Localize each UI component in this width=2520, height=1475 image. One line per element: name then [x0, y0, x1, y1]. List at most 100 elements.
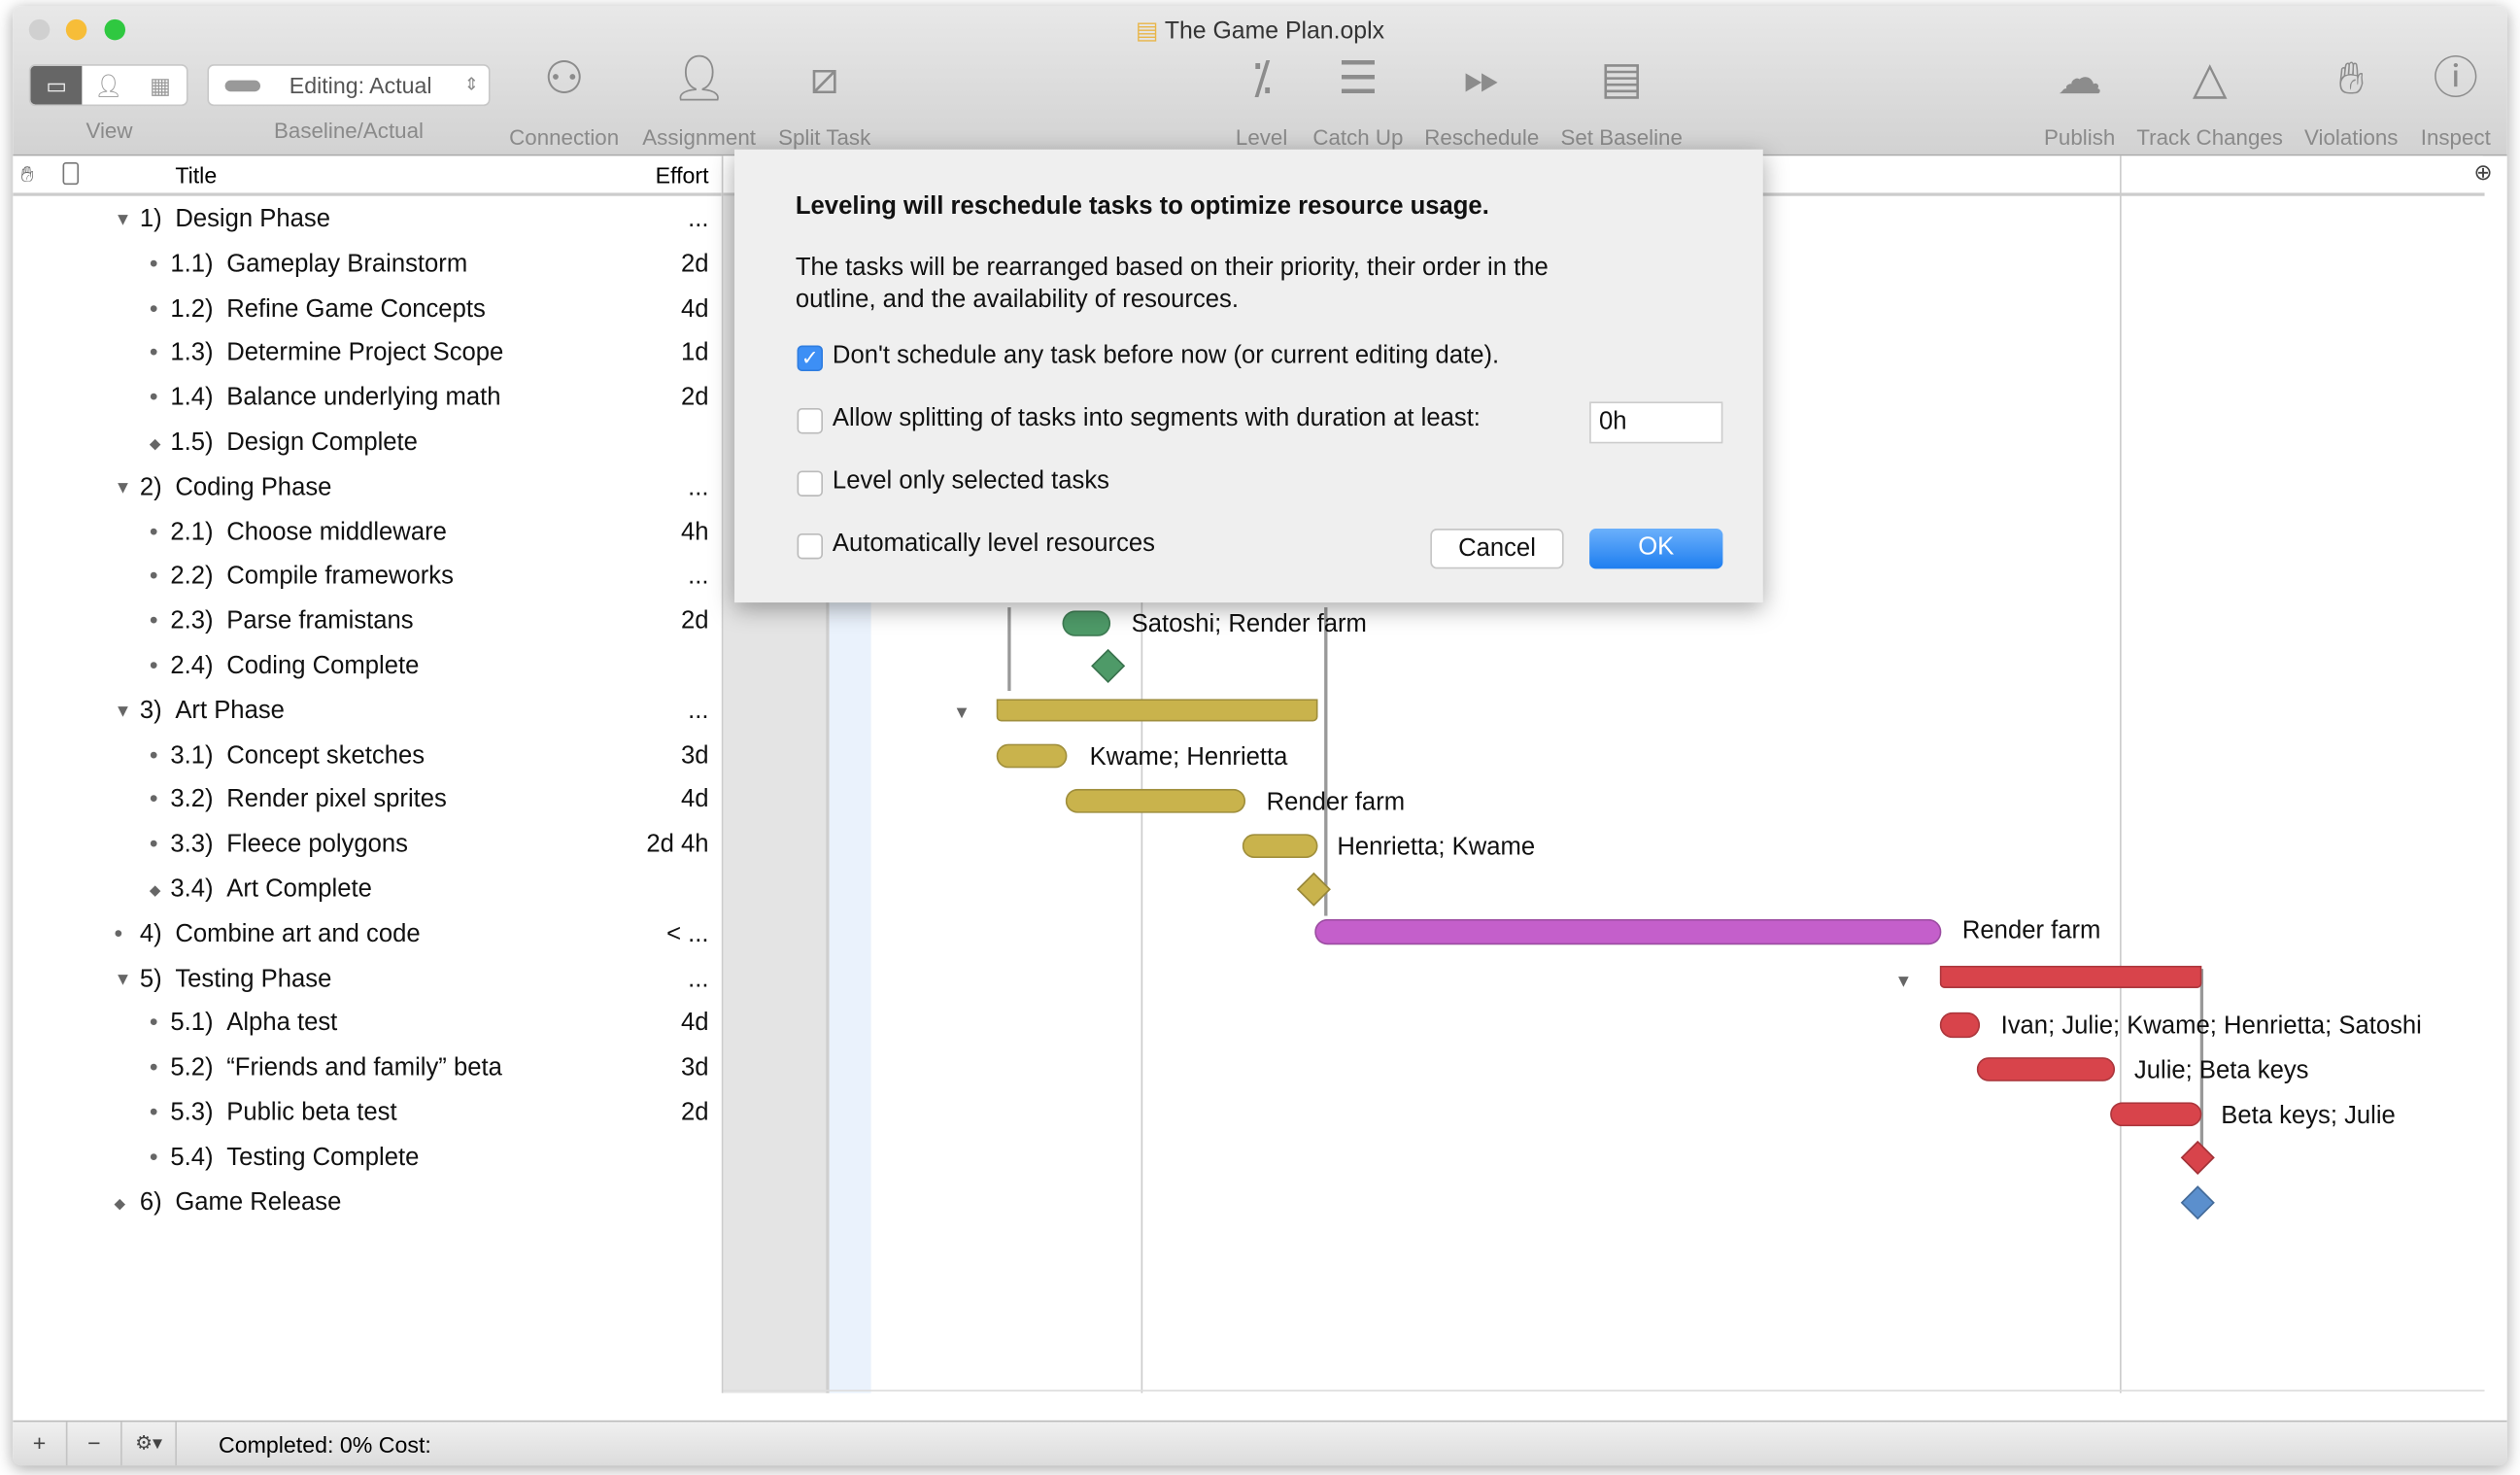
outline-row[interactable]: • 4) Combine art and code < ...	[13, 912, 722, 957]
outline-row[interactable]: • 3.1) Concept sketches 3d	[13, 734, 722, 778]
task-bar[interactable]	[1242, 834, 1318, 859]
row-title[interactable]: Art Complete	[226, 868, 372, 912]
toolbar-button-violations[interactable]: ✋︎ Violations	[2304, 51, 2398, 150]
task-bar[interactable]	[2110, 1102, 2202, 1127]
task-bar[interactable]	[1314, 918, 1942, 945]
row-title[interactable]: Determine Project Scope	[226, 331, 503, 376]
toolbar-button-publish[interactable]: ☁︎ Publish	[2044, 51, 2115, 150]
row-title[interactable]: Concept sketches	[226, 734, 425, 778]
collapse-triangle-icon[interactable]: ▼	[1894, 969, 1912, 994]
outline-row[interactable]: ▼ 5) Testing Phase...	[13, 957, 722, 1002]
resource-view-icon[interactable]: 👤︎	[83, 66, 134, 105]
row-title[interactable]: Game Release	[175, 1181, 341, 1225]
row-effort[interactable]: ...	[688, 957, 708, 1002]
row-effort[interactable]: 4d	[681, 778, 709, 823]
checkbox-option-3[interactable]	[797, 470, 824, 497]
outline-row[interactable]: ◆ 1.5) Design Complete	[13, 421, 722, 465]
toolbar-button-catch-up[interactable]: ☰ Catch Up	[1312, 51, 1403, 150]
toolbar-button-assignment[interactable]: 👤︎ Assignment	[642, 51, 756, 150]
task-bar[interactable]	[1939, 1012, 1981, 1039]
cancel-button[interactable]: Cancel	[1430, 529, 1564, 569]
task-bar[interactable]	[1976, 1057, 2116, 1081]
disclosure-triangle-icon[interactable]: ▼	[114, 465, 131, 510]
row-title[interactable]: Design Complete	[226, 421, 418, 465]
task-view-icon[interactable]: ▭	[30, 65, 83, 105]
outline-row[interactable]: • 2.1) Choose middleware 4h	[13, 510, 722, 555]
option-label[interactable]: Don't schedule any task before now (or c…	[833, 342, 1499, 371]
outline-row[interactable]: • 1.2) Refine Game Concepts 4d	[13, 287, 722, 331]
outline-row[interactable]: • 2.3) Parse framistans 2d	[13, 600, 722, 644]
column-effort[interactable]: Effort	[656, 162, 709, 188]
row-title[interactable]: Fleece polygons	[226, 823, 408, 868]
outline-row[interactable]: ▼ 2) Coding Phase...	[13, 465, 722, 510]
row-title[interactable]: Render pixel sprites	[226, 778, 447, 823]
row-title[interactable]: Compile frameworks	[226, 555, 454, 600]
row-effort[interactable]: 4d	[681, 1002, 709, 1046]
row-effort[interactable]: 4h	[681, 510, 709, 555]
row-title[interactable]: Alpha test	[226, 1002, 337, 1046]
outline-row[interactable]: • 3.2) Render pixel sprites 4d	[13, 778, 722, 823]
outline-row[interactable]: • 2.2) Compile frameworks...	[13, 555, 722, 600]
row-title[interactable]: Refine Game Concepts	[226, 287, 486, 331]
row-title[interactable]: Choose middleware	[226, 510, 447, 555]
row-effort[interactable]: 2d 4h	[646, 823, 708, 868]
disclosure-triangle-icon[interactable]: ▼	[114, 689, 131, 734]
outline-row[interactable]: ◆ 6) Game Release	[13, 1181, 722, 1225]
row-effort[interactable]: < ...	[666, 912, 708, 957]
outline-row[interactable]: • 5.4) Testing Complete	[13, 1136, 722, 1181]
task-bar[interactable]	[1065, 788, 1246, 813]
row-title[interactable]: Coding Complete	[226, 644, 419, 689]
ok-button[interactable]: OK	[1589, 529, 1723, 569]
calendar-view-icon[interactable]: ▦	[134, 66, 186, 105]
outline-row[interactable]: • 3.3) Fleece polygons 2d 4h	[13, 823, 722, 868]
toolbar-button-connection[interactable]: ⚇ Connection	[509, 51, 619, 150]
option-label[interactable]: Automatically level resources	[833, 531, 1155, 560]
row-effort[interactable]: 1d	[681, 331, 709, 376]
row-effort[interactable]: 2d	[681, 376, 709, 421]
row-title[interactable]: Testing Complete	[226, 1136, 419, 1181]
zoom-in-icon[interactable]: ⊕	[2473, 159, 2492, 187]
toolbar-button-reschedule[interactable]: ⏩︎ Reschedule	[1424, 51, 1539, 150]
row-title[interactable]: Coding Phase	[175, 465, 331, 510]
row-title[interactable]: Balance underlying math	[226, 376, 500, 421]
gear-icon[interactable]: ⚙▾	[122, 1422, 177, 1466]
row-effort[interactable]: 2d	[681, 1091, 709, 1136]
outline-row[interactable]: • 1.4) Balance underlying math 2d	[13, 376, 722, 421]
task-bar[interactable]	[1062, 610, 1111, 636]
toolbar-button-split-task[interactable]: ⧄ Split Task	[778, 51, 870, 150]
outline-row[interactable]: • 5.1) Alpha test 4d	[13, 1002, 722, 1046]
outline-row[interactable]: ▼ 1) Design Phase...	[13, 197, 722, 242]
row-effort[interactable]: ...	[688, 465, 708, 510]
row-effort[interactable]: 3d	[681, 1046, 709, 1091]
outline-row[interactable]: ◆ 3.4) Art Complete	[13, 868, 722, 912]
outline-row[interactable]: ▼ 3) Art Phase...	[13, 689, 722, 734]
summary-bar-art[interactable]	[996, 699, 1318, 722]
disclosure-triangle-icon[interactable]: ▼	[114, 957, 131, 1002]
toolbar-button-level[interactable]: ⁒ Level	[1236, 51, 1287, 150]
row-effort[interactable]: 4d	[681, 287, 709, 331]
checkbox-option-1[interactable]: ✓	[797, 345, 824, 371]
row-title[interactable]: Public beta test	[226, 1091, 396, 1136]
column-title[interactable]: Title	[175, 162, 217, 188]
summary-bar-testing[interactable]	[1939, 965, 2202, 988]
view-switcher[interactable]: ▭ 👤︎ ▦	[28, 64, 188, 107]
toolbar-button-inspect[interactable]: ⓘ Inspect	[2421, 51, 2491, 150]
add-button[interactable]: +	[13, 1422, 68, 1466]
row-title[interactable]: Testing Phase	[175, 957, 331, 1002]
outline-row[interactable]: • 5.3) Public beta test 2d	[13, 1091, 722, 1136]
outline-row[interactable]: • 1.3) Determine Project Scope 1d	[13, 331, 722, 376]
checkbox-option-2[interactable]	[797, 408, 824, 434]
row-effort[interactable]: ...	[688, 689, 708, 734]
row-title[interactable]: “Friends and family” beta	[226, 1046, 502, 1091]
row-effort[interactable]: 2d	[681, 600, 709, 644]
outline-row[interactable]: • 5.2) “Friends and family” beta 3d	[13, 1046, 722, 1091]
task-bar[interactable]	[996, 743, 1068, 769]
toolbar-button-set-baseline[interactable]: ▤ Set Baseline	[1560, 51, 1682, 150]
checkbox-option-4[interactable]	[797, 532, 824, 560]
collapse-triangle-icon[interactable]: ▼	[953, 701, 971, 726]
baseline-actual-popup[interactable]: Editing: Actual ⇕	[207, 64, 491, 107]
remove-button[interactable]: −	[67, 1422, 122, 1466]
row-title[interactable]: Design Phase	[175, 197, 330, 242]
row-effort[interactable]: 3d	[681, 734, 709, 778]
disclosure-triangle-icon[interactable]: ▼	[114, 197, 131, 242]
